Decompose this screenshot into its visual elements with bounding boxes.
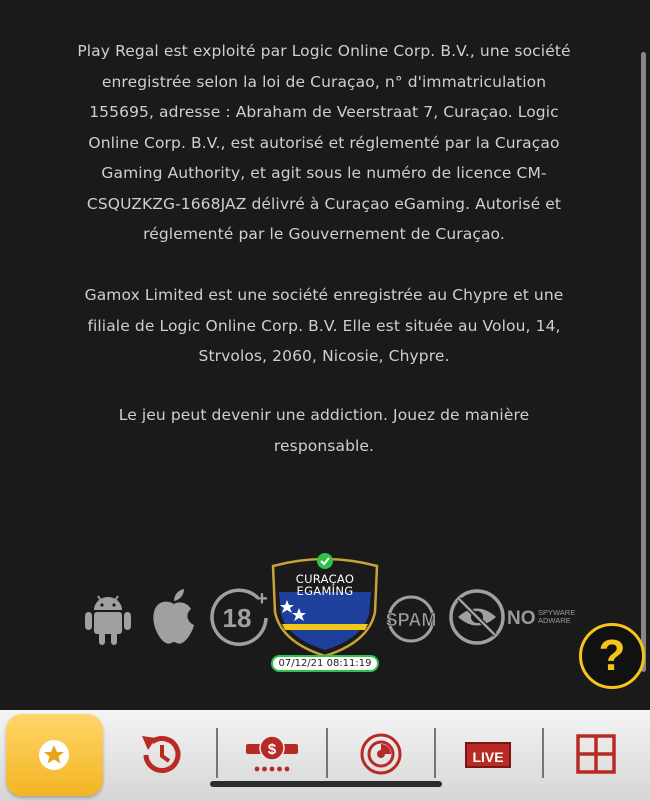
age-18-plus-icon: 18 + <box>210 588 268 646</box>
home-indicator[interactable] <box>210 781 442 787</box>
nav-divider <box>434 728 436 778</box>
text-line: enregistrée selon la loi de Curaçao, n° … <box>101 72 547 91</box>
curacao-egaming-seal[interactable] <box>271 552 379 656</box>
text-line: réglementé par le Gouvernement de Curaça… <box>143 225 505 243</box>
nav-divider <box>216 728 218 778</box>
question-mark-icon: ? <box>598 631 626 680</box>
text-line: Play Regal est exploité par Logic Online… <box>77 42 571 60</box>
legal-paragraph-subsidiary: Gamox Limited est une société enregistré… <box>68 280 580 372</box>
text-line: filiale de Logic Online Corp. B.V. Elle … <box>87 316 561 335</box>
age-plus-text: + <box>256 588 268 610</box>
nav-favorites-button[interactable] <box>6 714 103 796</box>
legal-paragraph-responsible: Le jeu peut devenir une addiction. Jouez… <box>68 400 580 461</box>
history-icon[interactable] <box>136 728 186 780</box>
text-line: CSQUZKZG-1668JAZ délivré à Curaçao eGami… <box>86 194 562 213</box>
text-line: Online Corp. B.V., est autorisé et régle… <box>88 133 560 152</box>
legal-paragraph-operator: Play Regal est exploité par Logic Online… <box>68 36 580 250</box>
help-button[interactable]: ? <box>579 623 645 689</box>
live-icon[interactable]: LIVE <box>465 742 511 768</box>
star-icon <box>39 740 69 770</box>
casino-chip-icon[interactable] <box>356 728 406 780</box>
no-spam-icon: SPAM <box>385 595 437 643</box>
text-line: Le jeu peut devenir une addiction. Jouez… <box>118 406 530 424</box>
age-text: 18 <box>223 603 252 633</box>
text-line: 155695, adresse : Abraham de Veerstraat … <box>89 103 559 121</box>
no-spyware-eye-icon <box>449 589 505 645</box>
svg-text:$: $ <box>268 741 277 758</box>
text-line: Strvolos, 2060, Nicosie, Chypre. <box>198 347 450 365</box>
spam-text: SPAM <box>386 610 437 630</box>
curacao-validation-date: 07/12/21 08:11:19 <box>271 655 379 672</box>
no-label: NO <box>507 608 536 629</box>
grid-icon[interactable] <box>576 728 616 780</box>
nav-divider <box>542 728 544 778</box>
apple-icon <box>153 589 194 644</box>
cashback-icon[interactable]: $ <box>246 728 298 780</box>
curacao-line-2: EGAMING <box>296 584 354 598</box>
text-line: responsable. <box>273 436 375 455</box>
text-line: Gaming Authority, et agit sous le numéro… <box>101 164 547 182</box>
adware-label: ADWARE <box>538 616 571 625</box>
text-line: Gamox Limited est une société enregistré… <box>84 286 564 304</box>
nav-divider <box>326 728 328 778</box>
android-icon <box>85 595 131 645</box>
